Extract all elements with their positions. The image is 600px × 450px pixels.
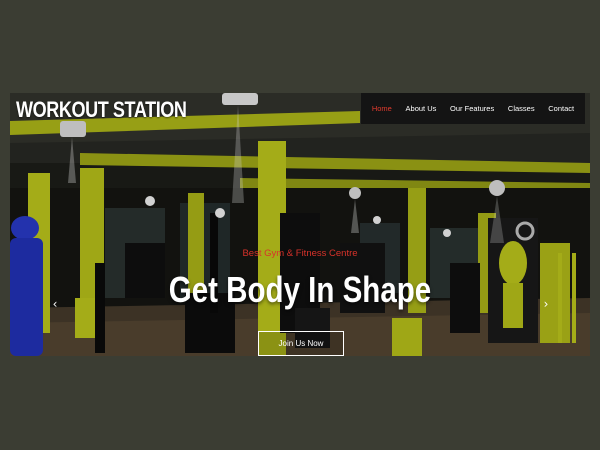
chevron-right-icon[interactable]: › [541,297,551,311]
chevron-left-icon[interactable]: ‹ [50,297,60,311]
page: WORKOUT STATION Home About Us Our Featur… [0,0,600,450]
nav-item-classes[interactable]: Classes [508,104,535,113]
nav-item-about-us[interactable]: About Us [406,104,437,113]
join-us-button[interactable]: Join Us Now [258,331,344,356]
hero-banner: WORKOUT STATION Home About Us Our Featur… [10,93,590,356]
nav-item-home[interactable]: Home [372,104,392,113]
hero-overlay [10,93,590,356]
nav-item-contact[interactable]: Contact [548,104,574,113]
hero-tagline: Best Gym & Fitness Centre [242,248,358,259]
site-logo[interactable]: WORKOUT STATION [16,97,187,123]
main-navigation: Home About Us Our Features Classes Conta… [361,93,585,124]
hero-headline: Get Body In Shape [168,269,432,310]
nav-item-our-features[interactable]: Our Features [450,104,494,113]
